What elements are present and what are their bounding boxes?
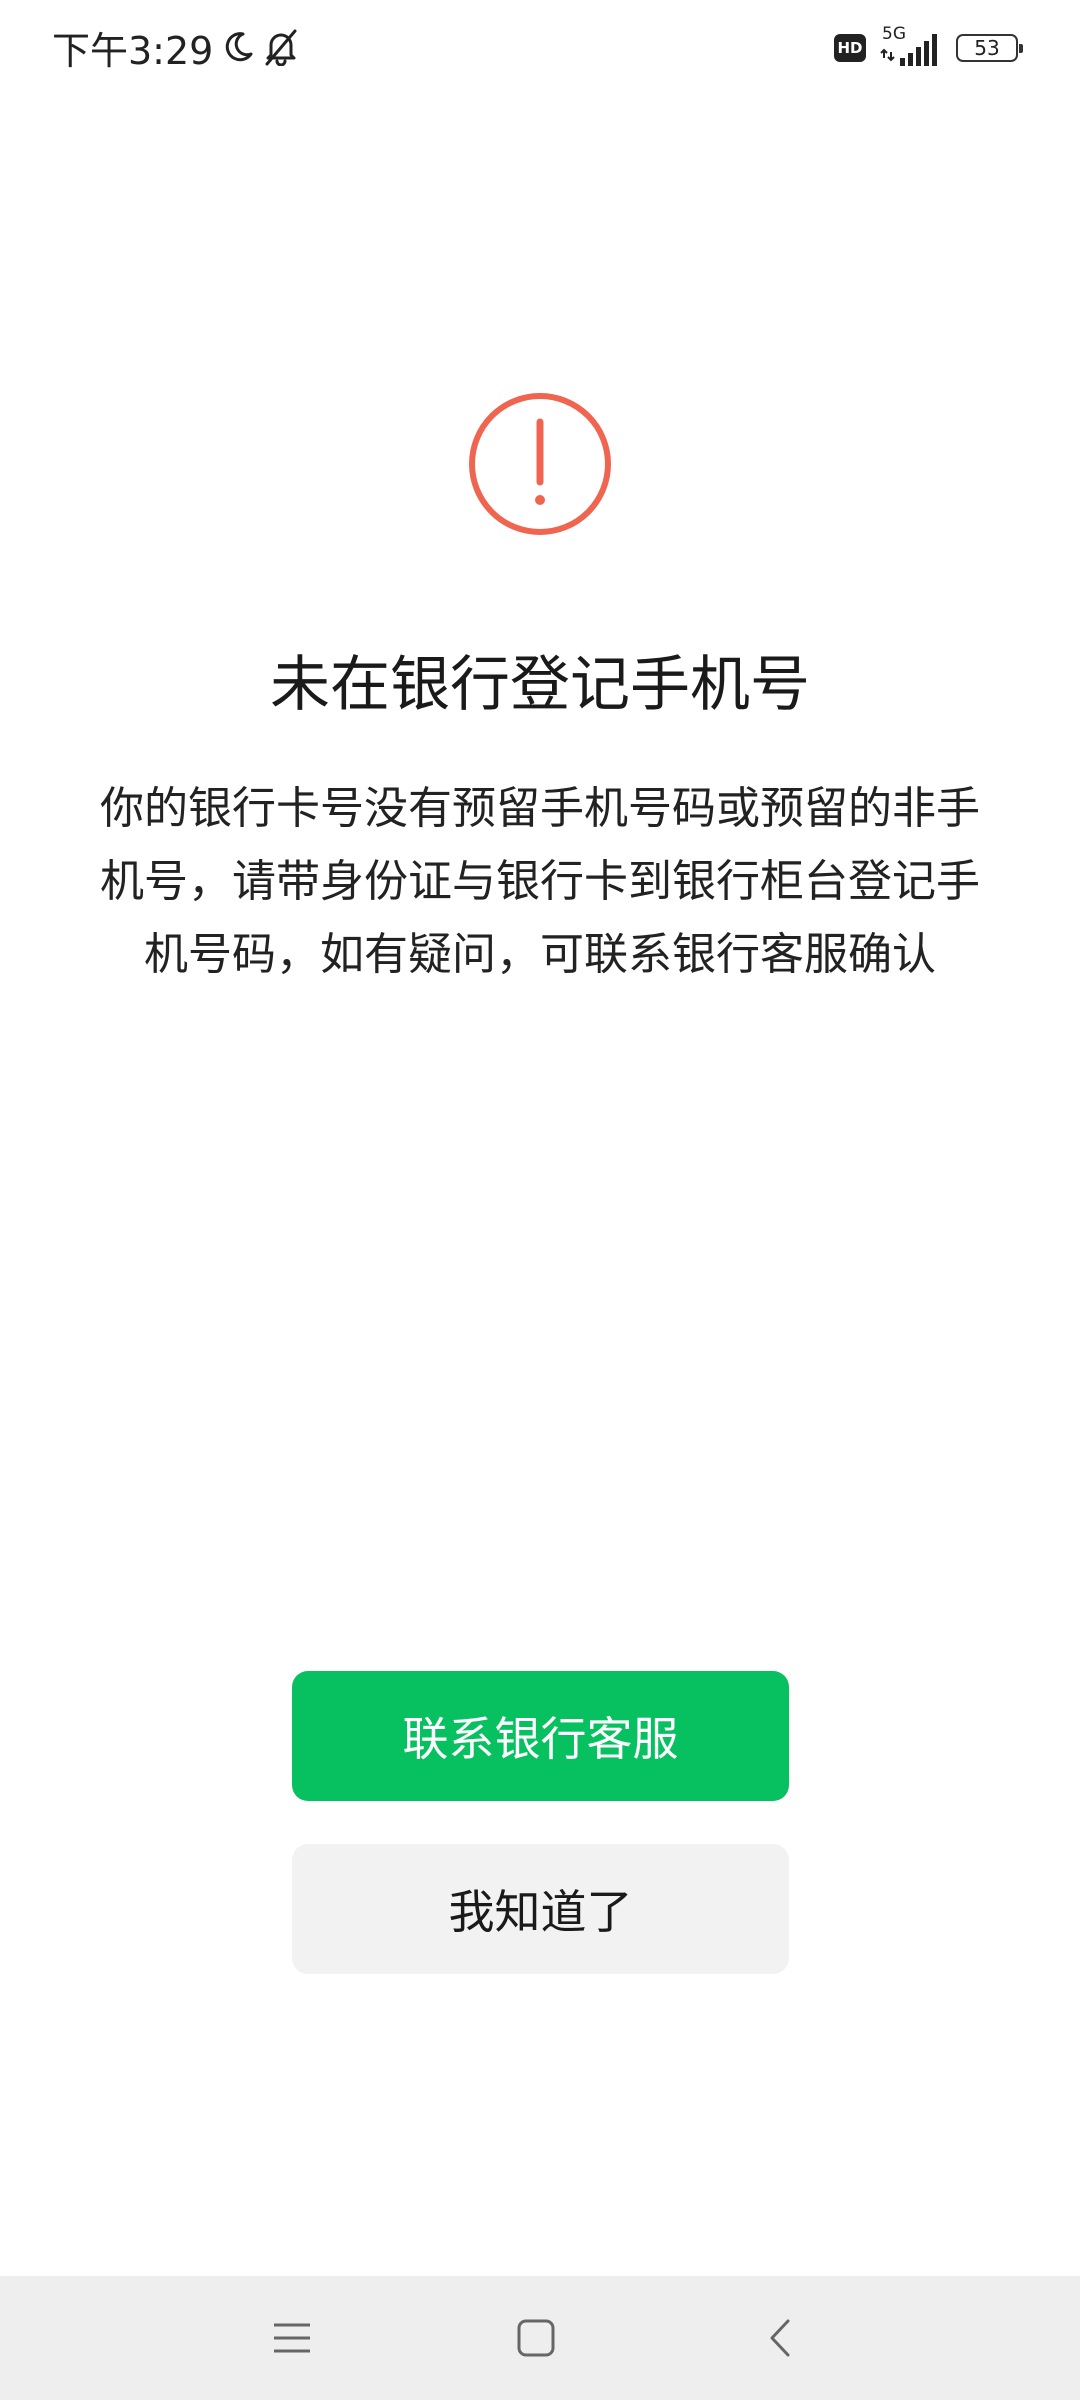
moon-icon xyxy=(221,30,255,64)
exclamation-circle-icon xyxy=(468,392,612,536)
signal-icon: 5G xyxy=(880,24,942,68)
back-icon[interactable] xyxy=(748,2306,812,2370)
dialog-description: 你的银行卡号没有预留手机号码或预留的非手机号，请带身份证与银行卡到银行柜台登记手… xyxy=(100,783,980,980)
battery-level: 53 xyxy=(974,36,1000,60)
status-left: 下午3:29 xyxy=(52,22,299,73)
dialog-title: 未在银行登记手机号 xyxy=(270,650,810,720)
status-right: HD 5G 53 xyxy=(834,24,1023,70)
home-icon[interactable] xyxy=(504,2306,568,2370)
battery-icon: 53 xyxy=(956,34,1023,62)
got-it-button[interactable]: 我知道了 xyxy=(292,1844,789,1974)
navigation-bar xyxy=(0,2276,1080,2400)
bell-off-icon xyxy=(263,28,299,66)
screen: 下午3:29 HD 5G 53 未在银行登记手机号 你的银行卡号没有预留手机号码… xyxy=(0,0,1080,2400)
menu-icon[interactable] xyxy=(260,2306,324,2370)
status-bar: 下午3:29 HD 5G 53 xyxy=(0,0,1080,96)
status-time: 下午3:29 xyxy=(52,28,214,73)
contact-bank-service-button[interactable]: 联系银行客服 xyxy=(292,1671,789,1801)
hd-icon: HD xyxy=(834,34,866,62)
